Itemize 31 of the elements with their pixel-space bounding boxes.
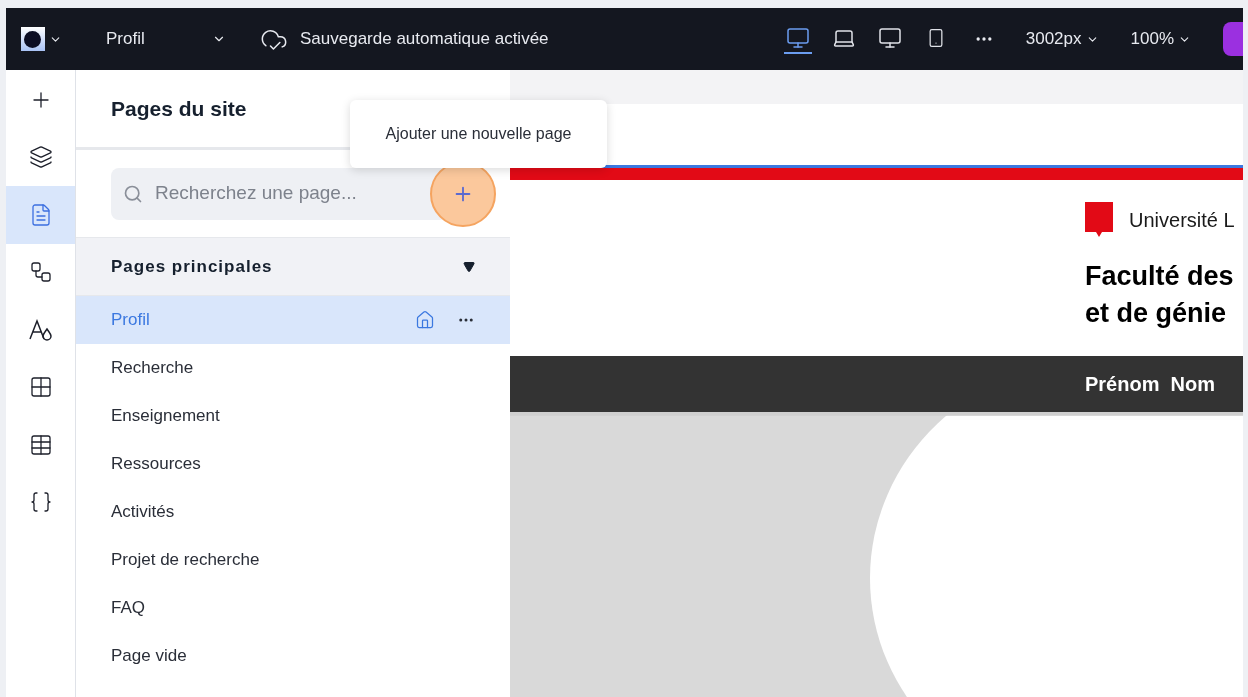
tooltip: Ajouter une nouvelle page: [350, 100, 607, 168]
nodes-icon: [28, 260, 53, 285]
panel-title: Pages du site: [111, 95, 247, 122]
monitor-icon: [785, 26, 810, 50]
page-item[interactable]: Projet de recherche: [76, 536, 510, 584]
search-icon: [123, 183, 143, 204]
page-item[interactable]: Enseignement: [76, 392, 510, 440]
layers-icon: [28, 145, 53, 170]
font-drop-icon: [27, 318, 54, 341]
section-header[interactable]: Pages principales: [76, 238, 510, 296]
width-dropdown[interactable]: 3002px: [1025, 26, 1099, 52]
page-item[interactable]: Activités: [76, 488, 510, 536]
caret-icon: [463, 260, 475, 273]
action-button[interactable]: [1223, 22, 1243, 56]
autosave-status: Sauvegarde automatique activée: [300, 28, 549, 51]
faculty-title: Faculté des: [1085, 260, 1235, 293]
table-icon: [28, 432, 53, 457]
zoom-dropdown[interactable]: 100%: [1130, 26, 1191, 52]
university-name: Université L: [1129, 208, 1235, 233]
search-field[interactable]: Recherchez une page...: [155, 179, 395, 208]
person-name: Prénom Nom: [1085, 372, 1216, 397]
monitor-icon: [877, 26, 902, 50]
faculty-title: et de génie: [1085, 297, 1228, 330]
shield-logo-icon: [1085, 202, 1113, 238]
page-item[interactable]: Ressources: [76, 440, 510, 488]
page-dropdown[interactable]: Profil: [106, 26, 226, 52]
page-item[interactable]: Page vide: [76, 632, 510, 680]
page-item[interactable]: FAQ: [76, 584, 510, 632]
page-item[interactable]: Recherche: [76, 344, 510, 392]
site-logo[interactable]: [20, 27, 45, 51]
grid-icon: [28, 375, 53, 400]
